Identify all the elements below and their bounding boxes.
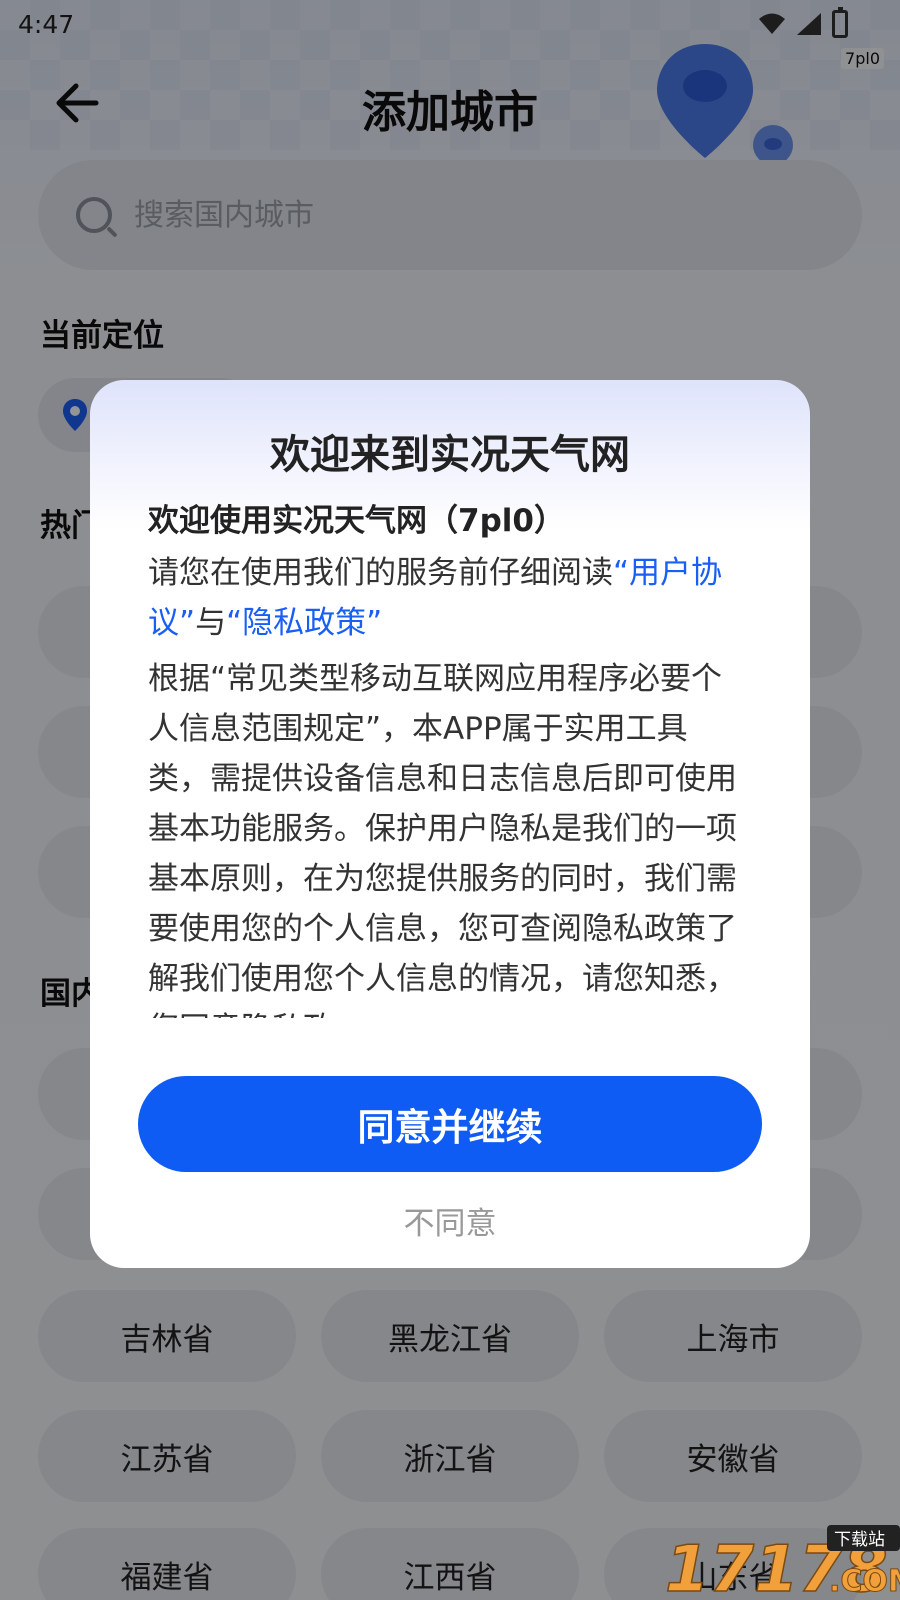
privacy-policy-link[interactable]: “隐私政策” [226,605,382,641]
dialog-body-text: 根据“常见类型移动互联网应用程序必要个人信息范围规定”，本APP属于实用工具类，… [148,661,737,1018]
disagree-button[interactable]: 不同意 [90,1198,810,1243]
dialog-title: 欢迎来到实况天气网 [270,432,630,478]
intro-text: 请您在使用我们的服务前仔细阅读 [148,555,613,591]
privacy-dialog: 欢迎来到实况天气网 欢迎使用实况天气网（7pl0） 请您在使用我们的服务前仔细阅… [90,380,810,1268]
dialog-intro: 请您在使用我们的服务前仔细阅读“用户协议”与“隐私政策” [148,548,748,648]
dialog-subtitle: 欢迎使用实况天气网（7pl0） [148,503,565,539]
site-watermark-logo: 17178 下载站 .COM [665,1525,900,1600]
intro-connector: 与 [195,605,227,641]
agree-continue-button[interactable]: 同意并继续 [138,1076,762,1172]
dialog-scroll-body[interactable]: 欢迎使用实况天气网（7pl0） 请您在使用我们的服务前仔细阅读“用户协议”与“隐… [148,498,748,1018]
logo-sub: 下载站 [834,1530,885,1550]
logo-domain: .COM [829,1564,900,1599]
